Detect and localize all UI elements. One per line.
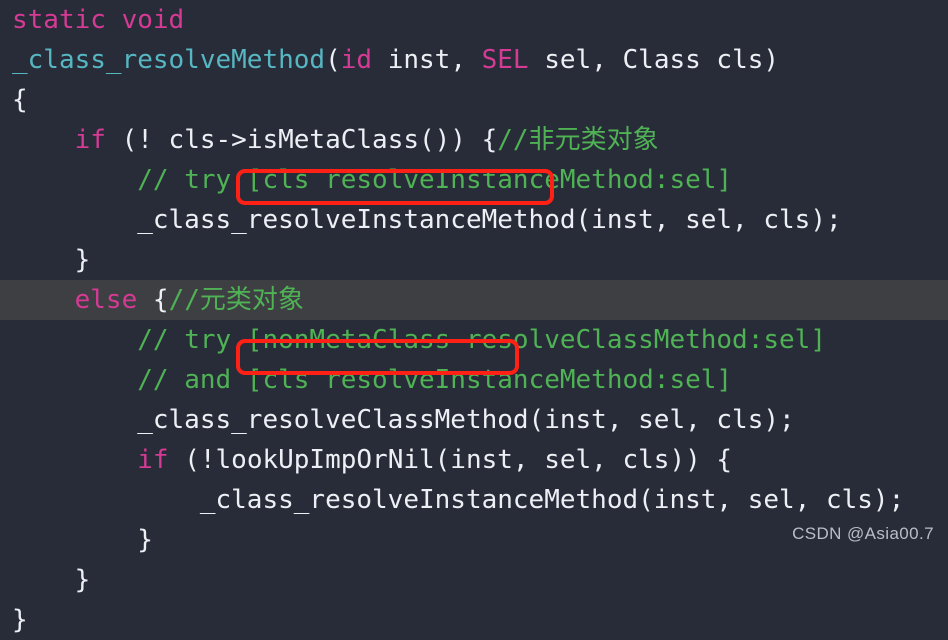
code-line[interactable]: _class_resolveInstanceMethod(inst, sel, … bbox=[0, 480, 948, 520]
code-token: static void bbox=[12, 5, 185, 35]
code-token: { bbox=[12, 85, 28, 115]
code-line[interactable]: } bbox=[0, 560, 948, 600]
code-token: inst, bbox=[372, 45, 482, 75]
code-token: // try [nonMetaClass resolveClassMethod:… bbox=[137, 325, 826, 355]
code-token: _class_resolveMethod bbox=[12, 45, 326, 75]
code-token: //非元类对象 bbox=[497, 125, 659, 155]
code-line[interactable]: else {//元类对象 bbox=[0, 280, 948, 320]
code-line[interactable]: // try [cls resolveInstanceMethod:sel] bbox=[0, 160, 948, 200]
code-token: //元类对象 bbox=[168, 285, 304, 315]
code-token: sel, Class cls) bbox=[528, 45, 780, 75]
csdn-watermark: CSDN @Asia00.7 bbox=[792, 524, 934, 543]
code-token: } bbox=[12, 565, 91, 595]
code-block[interactable]: static void _class_resolveMethod(id inst,… bbox=[0, 0, 948, 640]
code-token: id bbox=[340, 45, 373, 75]
code-line[interactable]: } bbox=[0, 600, 948, 640]
code-token: (! cls->isMetaClass()) { bbox=[105, 125, 498, 155]
code-token: _class_resolveClassMethod(inst, sel, cls… bbox=[12, 405, 795, 435]
code-token: SEL bbox=[481, 45, 529, 75]
code-token: if bbox=[74, 125, 106, 155]
code-token: (!lookUpImpOrNil(inst, sel, cls)) { bbox=[168, 445, 733, 475]
code-line[interactable]: static void bbox=[0, 0, 948, 40]
code-token: } bbox=[12, 525, 153, 555]
code-line[interactable]: { bbox=[0, 80, 948, 120]
code-line[interactable]: _class_resolveMethod(id inst, SEL sel, C… bbox=[0, 40, 948, 80]
code-token: _class_resolveInstanceMethod(inst, sel, … bbox=[12, 485, 905, 515]
code-token: _class_resolveInstanceMethod(inst, sel, … bbox=[12, 205, 842, 235]
code-line[interactable]: // and [cls resolveInstanceMethod:sel] bbox=[0, 360, 948, 400]
code-token: } bbox=[12, 605, 28, 635]
code-token: if bbox=[137, 445, 169, 475]
code-editor-screenshot: static void _class_resolveMethod(id inst,… bbox=[0, 0, 948, 635]
code-line[interactable]: if (! cls->isMetaClass()) {//非元类对象 bbox=[0, 120, 948, 160]
code-line[interactable]: // try [nonMetaClass resolveClassMethod:… bbox=[0, 320, 948, 360]
code-line[interactable]: _class_resolveInstanceMethod(inst, sel, … bbox=[0, 200, 948, 240]
code-token: ( bbox=[325, 45, 341, 75]
code-line[interactable]: if (!lookUpImpOrNil(inst, sel, cls)) { bbox=[0, 440, 948, 480]
code-line[interactable]: } bbox=[0, 240, 948, 280]
code-line[interactable]: _class_resolveClassMethod(inst, sel, cls… bbox=[0, 400, 948, 440]
code-token: // try [cls resolveInstanceMethod:sel] bbox=[137, 165, 733, 195]
code-token: // and [cls resolveInstanceMethod:sel] bbox=[137, 365, 733, 395]
code-token: } bbox=[12, 245, 91, 275]
code-token: { bbox=[137, 285, 169, 315]
code-token: else bbox=[74, 285, 138, 315]
